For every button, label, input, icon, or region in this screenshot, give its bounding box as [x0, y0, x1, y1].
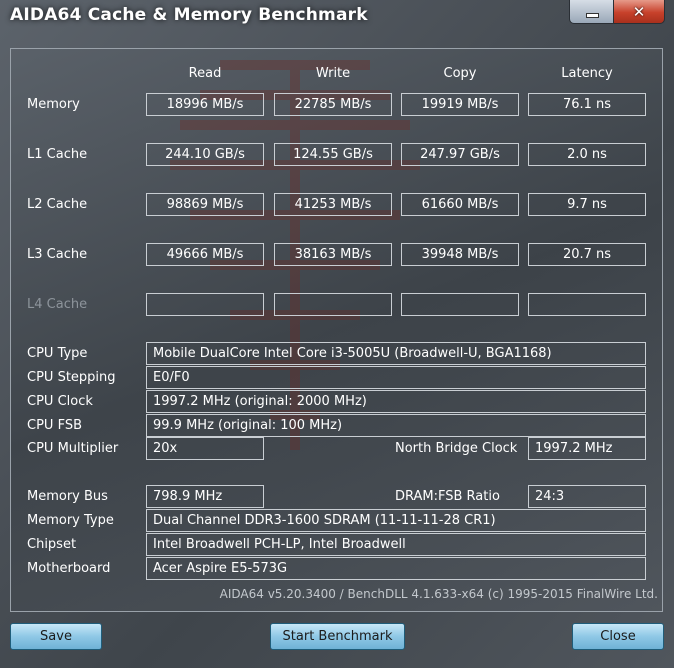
- chipset-label: Chipset: [27, 537, 77, 552]
- l3-latency-value: 20.7 ns: [528, 243, 646, 266]
- cpu-multiplier-value: 20x: [146, 437, 264, 460]
- l1-copy-value: 247.97 GB/s: [401, 143, 519, 166]
- dram-fsb-ratio-value: 24:3: [528, 485, 646, 508]
- l2-copy-value: 61660 MB/s: [401, 193, 519, 216]
- version-footer: AIDA64 v5.20.3400 / BenchDLL 4.1.633-x64…: [219, 587, 658, 601]
- l3-write-value: 38163 MB/s: [274, 243, 392, 266]
- memory-bus-label: Memory Bus: [27, 489, 108, 504]
- memory-read-value: 18996 MB/s: [146, 93, 264, 116]
- save-button[interactable]: Save: [10, 623, 102, 650]
- l1-latency-value: 2.0 ns: [528, 143, 646, 166]
- header-read: Read: [188, 66, 222, 81]
- memory-write-value: 22785 MB/s: [274, 93, 392, 116]
- minimize-icon: [585, 13, 599, 18]
- header-write: Write: [315, 66, 351, 81]
- close-window-button[interactable]: ✕: [613, 0, 665, 24]
- cpu-stepping-label: CPU Stepping: [27, 370, 116, 385]
- l2-write-value: 41253 MB/s: [274, 193, 392, 216]
- memory-copy-value: 19919 MB/s: [401, 93, 519, 116]
- cpu-multiplier-label: CPU Multiplier: [27, 441, 119, 456]
- cpu-stepping-value: E0/F0: [146, 366, 646, 389]
- l4-latency-value: [528, 293, 646, 316]
- memory-bus-value: 798.9 MHz: [146, 485, 264, 508]
- title-bar: AIDA64 Cache & Memory Benchmark ✕: [0, 0, 674, 34]
- motherboard-label: Motherboard: [27, 561, 111, 576]
- row-label-l3-cache: L3 Cache: [27, 247, 88, 262]
- memory-type-value: Dual Channel DDR3-1600 SDRAM (11-11-11-2…: [146, 509, 646, 532]
- row-label-l4-cache: L4 Cache: [27, 297, 88, 312]
- minimize-button[interactable]: [569, 0, 615, 24]
- l3-read-value: 49666 MB/s: [146, 243, 264, 266]
- l3-copy-value: 39948 MB/s: [401, 243, 519, 266]
- memory-latency-value: 76.1 ns: [528, 93, 646, 116]
- l4-copy-value: [401, 293, 519, 316]
- north-bridge-clock-value: 1997.2 MHz: [528, 437, 646, 460]
- l1-write-value: 124.55 GB/s: [274, 143, 392, 166]
- cpu-type-value: Mobile DualCore Intel Core i3-5005U (Bro…: [146, 342, 646, 365]
- l4-write-value: [274, 293, 392, 316]
- cpu-type-label: CPU Type: [27, 346, 88, 361]
- row-label-l1-cache: L1 Cache: [27, 147, 88, 162]
- l4-read-value: [146, 293, 264, 316]
- cpu-clock-label: CPU Clock: [27, 394, 93, 409]
- l2-read-value: 98869 MB/s: [146, 193, 264, 216]
- memory-type-label: Memory Type: [27, 513, 114, 528]
- cpu-fsb-value: 99.9 MHz (original: 100 MHz): [146, 414, 646, 437]
- row-label-l2-cache: L2 Cache: [27, 197, 88, 212]
- header-copy: Copy: [443, 66, 477, 81]
- chipset-value: Intel Broadwell PCH-LP, Intel Broadwell: [146, 533, 646, 556]
- dram-fsb-ratio-label: DRAM:FSB Ratio: [395, 489, 500, 504]
- cpu-fsb-label: CPU FSB: [27, 418, 82, 433]
- l1-read-value: 244.10 GB/s: [146, 143, 264, 166]
- start-benchmark-button[interactable]: Start Benchmark: [270, 623, 405, 650]
- l2-latency-value: 9.7 ns: [528, 193, 646, 216]
- window-title: AIDA64 Cache & Memory Benchmark: [10, 5, 368, 25]
- cpu-clock-value: 1997.2 MHz (original: 2000 MHz): [146, 390, 646, 413]
- row-label-memory: Memory: [27, 97, 80, 112]
- close-icon: ✕: [632, 2, 646, 21]
- header-latency: Latency: [561, 66, 613, 81]
- close-button[interactable]: Close: [572, 623, 664, 650]
- motherboard-value: Acer Aspire E5-573G: [146, 557, 646, 580]
- north-bridge-clock-label: North Bridge Clock: [395, 441, 518, 456]
